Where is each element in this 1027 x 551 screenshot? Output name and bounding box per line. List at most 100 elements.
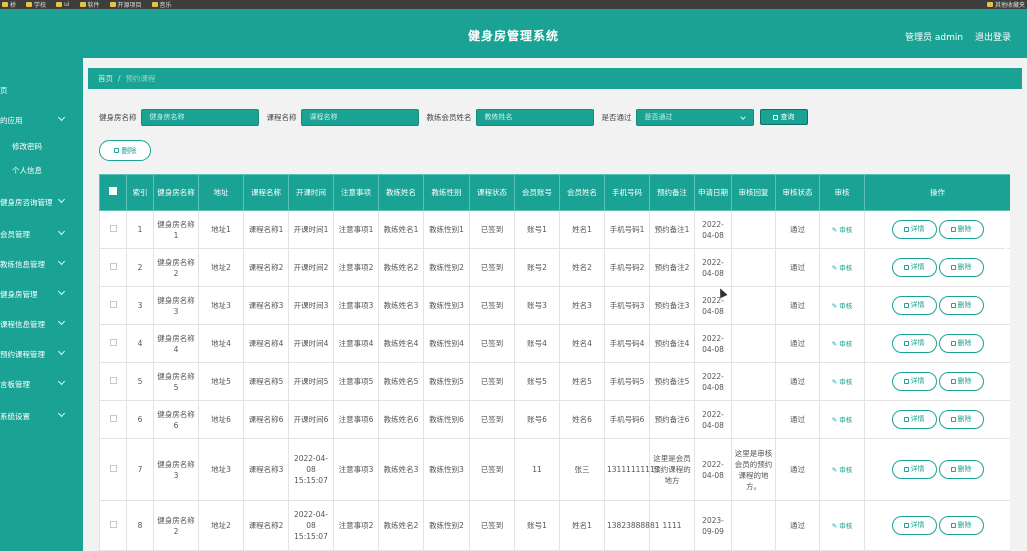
sidebar-item[interactable]: 教练信息管理 (0, 256, 83, 272)
pass-status-select[interactable]: 是否通过 (635, 108, 754, 126)
audit-cell: ✎ 审核 (819, 500, 865, 551)
trash-icon (950, 523, 956, 528)
table-cell: 账号5 (514, 362, 560, 401)
row-delete-button[interactable]: 删除 (938, 372, 984, 391)
audit-cell: ✎ 审核 (819, 438, 865, 501)
row-delete-button[interactable]: 删除 (938, 516, 984, 535)
row-select-cell[interactable] (99, 248, 127, 287)
batch-delete-button[interactable]: 删除 (99, 140, 151, 161)
row-select-cell[interactable] (99, 210, 127, 249)
row-delete-button[interactable]: 删除 (938, 334, 984, 353)
column-header: 审核状态 (775, 174, 820, 211)
table-cell: 手机号码5 (604, 362, 650, 401)
detail-button-label: 详情 (910, 301, 925, 309)
row-checkbox[interactable] (109, 301, 117, 308)
row-select-cell[interactable] (99, 324, 127, 363)
bookmark-item[interactable]: 软件 (79, 0, 100, 9)
row-delete-button[interactable]: 删除 (938, 410, 984, 429)
sidebar-item[interactable]: 个人信息 (0, 162, 83, 178)
table-cell: 通过 (775, 500, 820, 551)
search-icon (772, 114, 778, 120)
sidebar-item[interactable]: 健身房咨询管理 (0, 194, 83, 210)
table-cell: 3 (126, 286, 154, 325)
course-name-input[interactable]: 课程名称 (300, 108, 419, 126)
query-button[interactable]: 查询 (759, 109, 808, 125)
audit-link[interactable]: ✎ 审核 (832, 302, 853, 310)
file-icon (903, 379, 909, 384)
logout-link[interactable]: 退出登录 (975, 30, 1011, 43)
detail-button[interactable]: 详情 (891, 410, 937, 429)
audit-cell: ✎ 审核 (819, 210, 865, 249)
table-cell: 教练性别3 (423, 438, 470, 501)
table-cell: 通过 (775, 438, 820, 501)
sidebar-item[interactable]: 课程信息管理 (0, 316, 83, 332)
detail-button[interactable]: 详情 (891, 516, 937, 535)
detail-button[interactable]: 详情 (891, 372, 937, 391)
table-cell: 教练姓名2 (378, 500, 424, 551)
audit-link[interactable]: ✎ 审核 (832, 416, 853, 424)
bookmark-item[interactable]: 学校 (26, 0, 46, 9)
sidebar-item[interactable]: 页 (0, 82, 83, 98)
detail-button[interactable]: 详情 (891, 460, 937, 479)
sidebar-item[interactable]: 系统设置 (0, 408, 83, 424)
detail-button[interactable]: 详情 (891, 334, 937, 353)
row-delete-button[interactable]: 删除 (938, 460, 984, 479)
sidebar-item[interactable]: 健身房管理 (0, 286, 83, 302)
table-cell: 教练性别1 (423, 210, 470, 249)
row-select-cell[interactable] (99, 438, 127, 501)
sidebar-item[interactable]: 会员管理 (0, 226, 83, 242)
select-all-checkbox[interactable] (109, 187, 117, 195)
row-checkbox[interactable] (109, 263, 117, 270)
other-bookmarks[interactable]: 其他收藏夹 (986, 0, 1025, 9)
bookmark-item[interactable]: ui (56, 1, 70, 8)
file-icon (903, 227, 909, 232)
table-cell: 2022-04-08 15:15:07 (288, 438, 334, 501)
chevron-down-icon (57, 195, 66, 204)
sidebar-item[interactable]: 言板管理 (0, 376, 83, 392)
table-cell: 开课时间5 (288, 362, 334, 401)
audit-link[interactable]: ✎ 审核 (832, 264, 853, 272)
row-select-cell[interactable] (99, 400, 127, 439)
row-checkbox[interactable] (109, 225, 117, 232)
sidebar-item-label: 会员管理 (0, 229, 30, 239)
row-checkbox[interactable] (109, 521, 117, 528)
row-checkbox[interactable] (109, 465, 117, 472)
table-cell: 姓名2 (559, 248, 605, 287)
audit-link[interactable]: ✎ 审核 (832, 466, 853, 474)
breadcrumb-home[interactable]: 首页 (98, 73, 113, 84)
row-delete-button[interactable]: 删除 (938, 258, 984, 277)
row-checkbox[interactable] (109, 377, 117, 384)
table-cell: 8 (126, 500, 154, 551)
row-select-cell[interactable] (99, 286, 127, 325)
audit-link[interactable]: ✎ 审核 (832, 378, 853, 386)
table-cell: 已签到 (469, 438, 515, 501)
coach-name-input[interactable]: 教练姓名 (475, 108, 594, 126)
select-all-cell[interactable] (99, 174, 127, 211)
bookmark-item[interactable]: 开源项目 (109, 0, 142, 9)
sidebar-item-label: 教练信息管理 (0, 259, 45, 269)
row-select-cell[interactable] (99, 500, 127, 551)
bookmark-item[interactable]: 桥 (2, 0, 16, 9)
audit-link[interactable]: ✎ 审核 (832, 522, 853, 530)
trash-icon (950, 379, 956, 384)
sidebar-item[interactable]: 修改密码 (0, 138, 83, 154)
table-cell: 课程名称1 (243, 210, 289, 249)
audit-link[interactable]: ✎ 审核 (832, 340, 853, 348)
detail-button[interactable]: 详情 (891, 258, 937, 277)
sidebar-item[interactable]: 的应用 (0, 112, 83, 128)
row-checkbox[interactable] (109, 415, 117, 422)
detail-button[interactable]: 详情 (891, 220, 937, 239)
detail-button[interactable]: 详情 (891, 296, 937, 315)
row-delete-button[interactable]: 删除 (938, 296, 984, 315)
audit-link[interactable]: ✎ 审核 (832, 226, 853, 234)
sidebar-item[interactable]: 预约课程管理 (0, 346, 83, 362)
row-delete-button[interactable]: 删除 (938, 220, 984, 239)
gym-name-input[interactable]: 健身房名称 (140, 108, 259, 126)
row-select-cell[interactable] (99, 362, 127, 401)
chevron-down-icon (57, 377, 66, 386)
table-cell: 教练性别6 (423, 400, 470, 439)
table-cell: 已签到 (469, 500, 515, 551)
row-checkbox[interactable] (109, 339, 117, 346)
breadcrumb-separator: / (118, 74, 121, 83)
bookmark-item[interactable]: 音乐 (151, 0, 172, 9)
